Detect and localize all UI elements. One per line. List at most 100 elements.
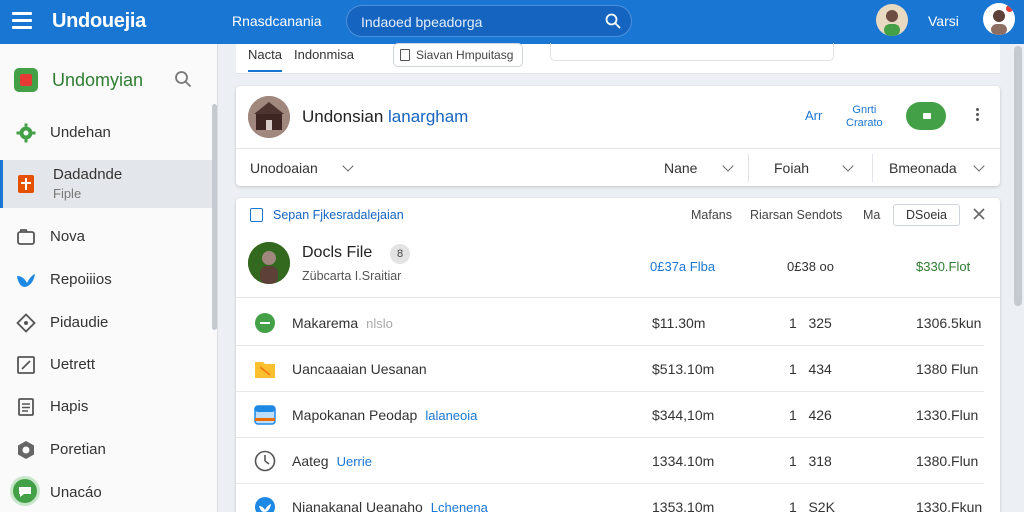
- sidebar-item-label: Poretian: [50, 441, 106, 458]
- dropdown-label: Unodoaian: [250, 160, 318, 176]
- user-name[interactable]: Varsi: [928, 13, 959, 29]
- bird-icon: [17, 274, 35, 287]
- profile-link[interactable]: Arr: [805, 108, 822, 123]
- more-vert-icon[interactable]: [974, 108, 980, 126]
- featured-file-name: Docls File: [302, 244, 373, 261]
- dropdown-bmeonada[interactable]: Bmeonada: [889, 149, 993, 186]
- sidebar-item-poretian[interactable]: Poretian: [0, 429, 212, 471]
- row-tag[interactable]: lalaneoia: [425, 408, 477, 423]
- tab-input-box[interactable]: [550, 43, 834, 61]
- featured-value-1: 0£37a Flba: [650, 259, 716, 274]
- saved-filter-chip[interactable]: Siavan Hmpuitasg: [393, 43, 523, 67]
- sidebar-item-label: Pidaudie: [50, 314, 109, 331]
- profile-status-link[interactable]: Gnrti Crarato: [846, 104, 883, 130]
- top-app-bar: Undouejia Rnasdcanania Varsi: [0, 0, 1024, 44]
- row-value-1: 1353.10m: [652, 499, 715, 512]
- gear-icon: [16, 123, 36, 143]
- column-header[interactable]: Ma: [863, 208, 880, 222]
- profile-avatar-icon[interactable]: [983, 3, 1015, 35]
- sidebar-item-label: Nova: [50, 228, 86, 245]
- row-value-1: 1334.10m: [652, 453, 715, 469]
- action-toggle-button[interactable]: [906, 102, 946, 130]
- featured-value-2: 0£38 oo: [787, 259, 834, 274]
- featured-value-3: $330.Flot: [916, 259, 971, 274]
- file-icon: [250, 208, 263, 222]
- app-logo-icon: [14, 68, 38, 92]
- profile-avatar[interactable]: [248, 96, 290, 138]
- count-badge: 8: [390, 244, 410, 264]
- search-input[interactable]: [361, 12, 591, 32]
- row-value-3: 1330.Flun: [916, 407, 979, 423]
- file-thumbnail: [248, 242, 290, 284]
- row-tag[interactable]: Lchenena: [431, 500, 488, 512]
- diamond-icon: [16, 313, 36, 333]
- sidebar-item-sublabel: Fiple: [53, 186, 82, 201]
- bird-icon: [255, 497, 275, 512]
- notification-badge: [1005, 4, 1014, 13]
- featured-file-row[interactable]: Docls File 8 Zübcarta I.Sraitiar 0£37a F…: [236, 234, 1000, 298]
- tab-bar: Nacta Indonmisa Siavan Hmpuitasg: [236, 43, 1000, 74]
- sidebar-item-uetrett[interactable]: Uetrett: [0, 344, 212, 386]
- search-icon[interactable]: [605, 13, 621, 29]
- table-row[interactable]: Uancaaaian Uesanan $513.10m 1 434 1380 F…: [236, 346, 984, 392]
- chevron-down-icon: [722, 160, 734, 172]
- folder-icon: [255, 362, 275, 378]
- bookmark-icon: [18, 175, 34, 193]
- file-list-card: Sepan Fjkesradalejaian Mafans Riarsan Se…: [236, 198, 1000, 512]
- user-avatar[interactable]: [876, 4, 908, 36]
- chat-icon[interactable]: [10, 476, 40, 506]
- list-title: Sepan Fjkesradalejaian: [273, 208, 404, 222]
- sidebar-item-dadadnde[interactable]: Dadadnde Fiple: [0, 160, 212, 208]
- app-title: Undouejia: [52, 10, 146, 32]
- edit-square-icon: [17, 356, 35, 374]
- status-line-2: Crarato: [846, 117, 883, 129]
- row-name-text: Mapokanan Peodap: [292, 407, 418, 423]
- chevron-down-icon: [342, 160, 354, 172]
- column-header[interactable]: Mafans: [691, 208, 732, 222]
- sidebar-item-hapis[interactable]: Hapis: [0, 386, 212, 428]
- check-circle-icon: [255, 313, 275, 333]
- close-icon[interactable]: [972, 207, 986, 221]
- tab-indonmisa[interactable]: Indonmisa: [294, 47, 354, 62]
- sidebar-item-repoiiios[interactable]: Repoiiios: [0, 259, 212, 301]
- table-row[interactable]: Mapokanan Peodap lalaneoia $344,10m 1 426…: [236, 392, 984, 438]
- sidebar-item-label: Uetrett: [50, 356, 96, 373]
- dropdown-unodoaian[interactable]: Unodoaian: [250, 149, 370, 186]
- sidebar-item-undehan[interactable]: Undehan: [0, 112, 212, 154]
- main-scrollbar[interactable]: [1014, 46, 1022, 306]
- sidebar-item-nova[interactable]: Nova: [0, 216, 212, 258]
- dropdown-nane[interactable]: Nane: [664, 149, 744, 186]
- sidebar-item-pidaudie[interactable]: Pidaudie: [0, 302, 212, 344]
- tab-nacta[interactable]: Nacta: [248, 47, 282, 72]
- divider: [748, 154, 749, 182]
- sidebar-header: Undomyian: [0, 58, 218, 102]
- row-name: Nianakanal Ueanaho Lchenena: [292, 499, 488, 512]
- row-tag: nlslo: [366, 316, 393, 331]
- top-nav-link[interactable]: Rnasdcanania: [232, 13, 322, 29]
- sidebar-scrollbar[interactable]: [212, 104, 217, 330]
- dropdown-label: Foiah: [774, 160, 810, 176]
- sidebar-item-label: Hapis: [50, 398, 89, 415]
- row-value-2: 1 318: [789, 453, 832, 469]
- top-search-box[interactable]: [346, 5, 632, 37]
- table-row[interactable]: Aateg Uerrie 1334.10m 1 318 1380.Flun: [236, 438, 984, 484]
- row-value-3: 1380.Flun: [916, 453, 979, 469]
- dropdown-foiah[interactable]: Foiah: [774, 149, 858, 186]
- row-value-2: 1 325: [789, 315, 832, 331]
- clock-icon: [254, 450, 276, 472]
- profile-name-highlight: lanargham: [388, 107, 469, 126]
- row-name-text: Uancaaaian Uesanan: [292, 361, 427, 377]
- row-name: Uancaaaian Uesanan: [292, 361, 427, 377]
- sidebar: Undomyian Undehan Dadadnde Fiple Nova Re…: [0, 44, 218, 512]
- hexagon-icon: [18, 441, 34, 459]
- sidebar-title: Undomyian: [52, 70, 144, 90]
- sidebar-item-label: Repoiiios: [50, 271, 112, 288]
- row-tag[interactable]: Uerrie: [337, 454, 372, 469]
- row-value-3: 1330.Fkun: [916, 499, 983, 512]
- table-row[interactable]: Makarema nlslo $11.30m 1 325 1306.5kun: [236, 300, 984, 346]
- table-row[interactable]: Nianakanal Ueanaho Lchenena 1353.10m 1 S2…: [236, 484, 984, 512]
- menu-icon[interactable]: [12, 12, 32, 30]
- search-icon[interactable]: [174, 70, 192, 88]
- list-action-button[interactable]: DSoeia: [893, 204, 960, 226]
- column-header[interactable]: Riarsan Sendots: [750, 208, 842, 222]
